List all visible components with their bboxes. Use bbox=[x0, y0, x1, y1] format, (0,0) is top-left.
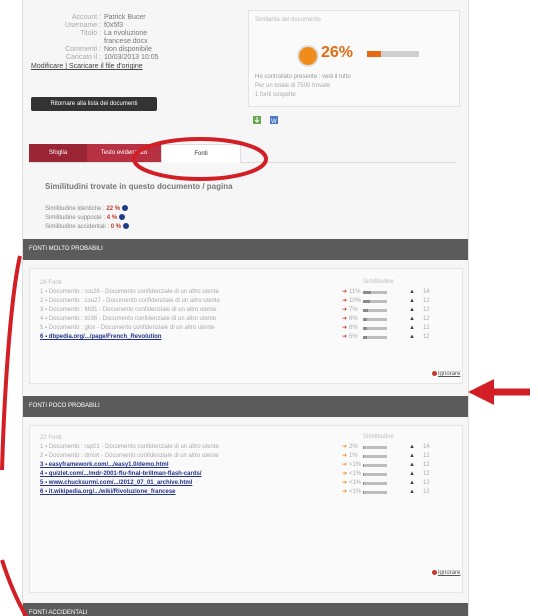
annotation-bracket bbox=[0, 559, 28, 616]
annotation-arrow-head bbox=[468, 379, 494, 405]
annotation-circle bbox=[132, 137, 268, 181]
annotation-overlay bbox=[0, 137, 530, 616]
annotation-bracket bbox=[0, 255, 22, 471]
